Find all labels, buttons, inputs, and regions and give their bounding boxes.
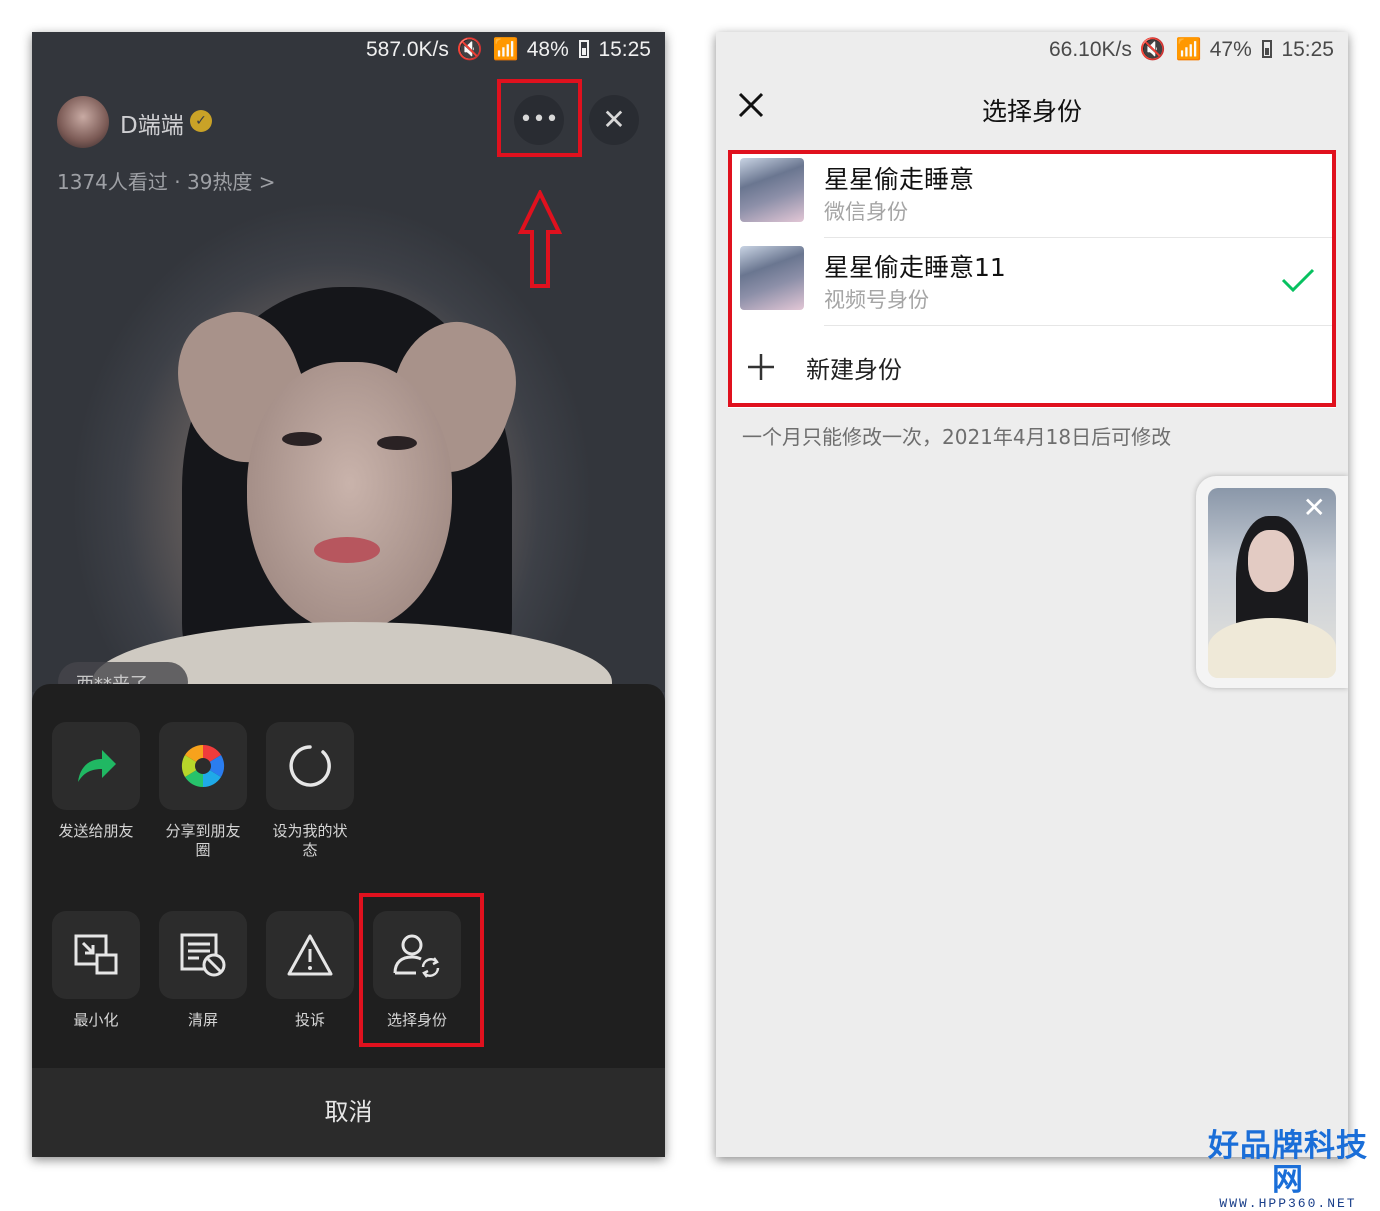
network-speed: 66.10K/s	[1048, 38, 1132, 61]
share-arrow-icon	[78, 750, 116, 782]
verified-badge-icon: ✓	[190, 110, 212, 132]
video-face	[247, 362, 452, 632]
menu-label: 最小化	[73, 1011, 119, 1029]
fv-face	[1248, 530, 1294, 592]
battery-icon	[1261, 40, 1272, 58]
status-bar: 66.10K/s 🔇 📶 47% 15:25	[1049, 38, 1334, 62]
set-status-item[interactable]: 设为我的状 态	[265, 722, 355, 860]
video-eye	[377, 436, 417, 450]
red-arrow-up-icon	[518, 190, 562, 288]
battery-percent: 47%	[1209, 38, 1252, 61]
floating-video-window[interactable]: ✕	[1196, 476, 1348, 688]
minimize-item[interactable]: 最小化	[51, 911, 141, 1030]
close-live-button[interactable]: ✕	[589, 95, 639, 145]
cancel-button[interactable]: 取消	[32, 1068, 665, 1157]
fv-shirt	[1208, 618, 1336, 678]
minimize-tile[interactable]	[52, 911, 140, 999]
video-lips	[314, 537, 380, 563]
menu-label: 清屏	[187, 1011, 218, 1029]
menu-label: 分享到朋友 圈	[165, 822, 241, 859]
wifi-icon: 📶	[492, 38, 519, 61]
watermark-main: 好品牌科技网	[1208, 1128, 1368, 1198]
close-icon: ✕	[602, 103, 626, 136]
menu-label: 发送给朋友	[58, 822, 134, 840]
watermark-sub: WWW.HPP360.NET	[1219, 1196, 1357, 1211]
menu-label: 设为我的状 态	[272, 822, 348, 859]
send-to-friend-item[interactable]: 发送给朋友	[51, 722, 141, 841]
page-title: 选择身份	[981, 97, 1082, 126]
set-status-tile[interactable]	[266, 722, 354, 810]
clock: 15:25	[598, 38, 651, 61]
host-name[interactable]: D端端	[120, 106, 184, 140]
wifi-icon: 📶	[1175, 38, 1202, 61]
mute-icon: 🔇	[456, 38, 483, 61]
mute-icon: 🔇	[1139, 38, 1166, 61]
share-moments-item[interactable]: 分享到朋友 圈	[158, 722, 248, 860]
viewer-count[interactable]: 1374人看过 · 39热度 >	[57, 166, 276, 195]
status-bar: 587.0K/s 🔇 📶 48% 15:25	[366, 38, 651, 62]
video-eye	[282, 432, 322, 446]
clock: 15:25	[1281, 38, 1334, 61]
status-ring-icon	[289, 745, 331, 787]
battery-percent: 48%	[526, 38, 569, 61]
clear-screen-item[interactable]: 清屏	[158, 911, 248, 1030]
report-tile[interactable]	[266, 911, 354, 999]
clear-screen-tile[interactable]	[159, 911, 247, 999]
change-limit-note: 一个月只能修改一次，2021年4月18日后可修改	[742, 425, 1172, 449]
host-avatar[interactable]	[57, 96, 109, 148]
highlight-identity-list	[728, 150, 1336, 407]
warning-icon	[287, 934, 333, 976]
floating-video[interactable]: ✕	[1208, 488, 1336, 678]
highlight-more-button	[497, 79, 582, 157]
watermark-logo: 好品牌科技网 WWW.HPP360.NET	[1204, 1129, 1372, 1211]
close-floating-icon[interactable]: ✕	[1303, 494, 1326, 522]
choose-identity-screen: 66.10K/s 🔇 📶 47% 15:25 选择身份 星星偷走睡意 微信身份 …	[716, 32, 1348, 1157]
clear-screen-icon	[180, 933, 226, 977]
battery-icon	[578, 40, 589, 58]
network-speed: 587.0K/s	[365, 38, 449, 61]
report-item[interactable]: 投诉	[265, 911, 355, 1030]
live-stream-screen: 587.0K/s 🔇 📶 48% 15:25 D端端 ✓ 1374人看过 · 3…	[32, 32, 665, 1157]
share-moments-tile[interactable]	[159, 722, 247, 810]
minimize-icon	[74, 934, 118, 975]
moments-aperture-icon	[181, 744, 225, 788]
highlight-choose-identity	[359, 893, 484, 1047]
menu-label: 投诉	[294, 1011, 325, 1029]
send-to-friend-tile[interactable]	[52, 722, 140, 810]
